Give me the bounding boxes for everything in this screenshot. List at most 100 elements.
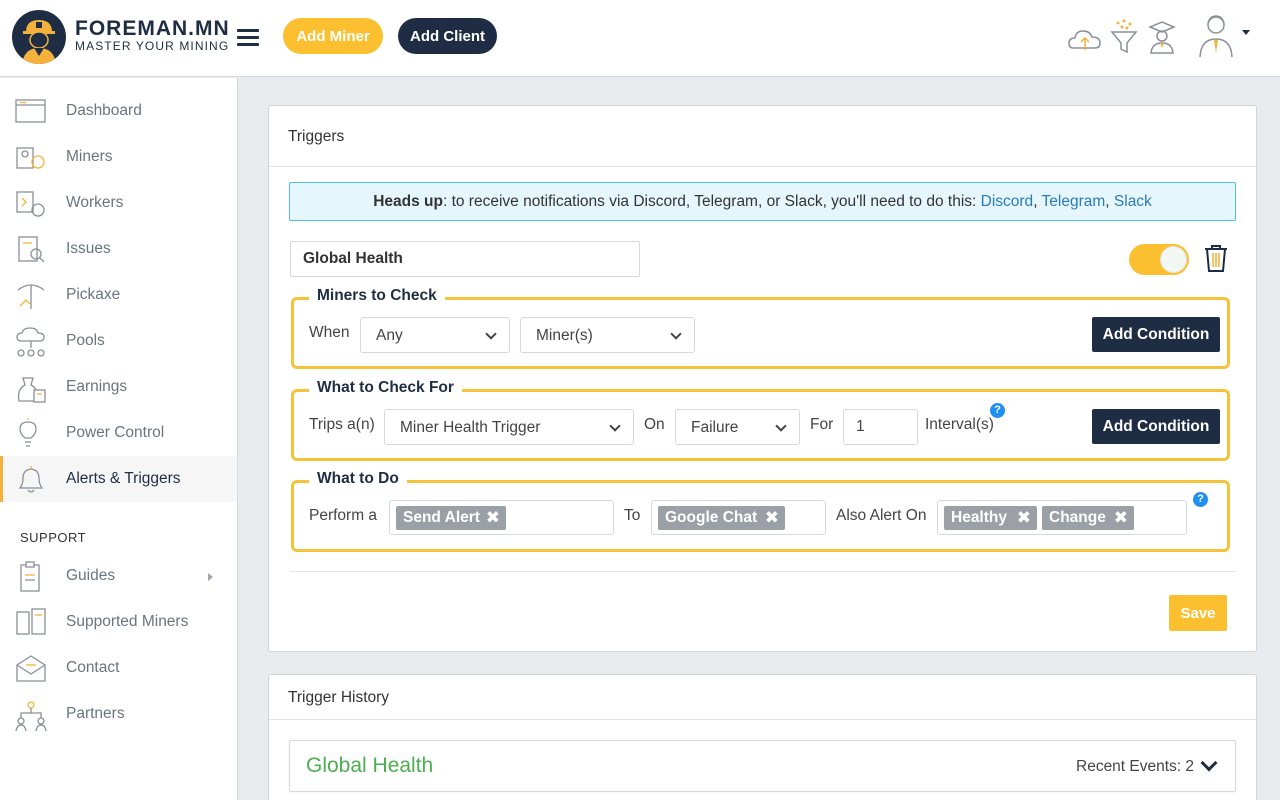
remove-tag-icon[interactable]: ✖	[486, 506, 500, 530]
sidebar-item-power-control[interactable]: Power Control	[0, 410, 237, 456]
sidebar-item-label: Issues	[66, 240, 111, 257]
sidebar-item-label: Earnings	[66, 378, 128, 395]
form-divider	[290, 571, 1236, 572]
sidebar-item-workers[interactable]: Workers	[0, 180, 237, 226]
foreman-logo-icon[interactable]	[12, 10, 66, 64]
sidebar-item-pools[interactable]: Pools	[0, 318, 237, 364]
recent-events-count: Recent Events: 2	[1076, 758, 1195, 775]
sidebar-item-label: Miners	[66, 148, 113, 165]
miners-select[interactable]: Miner(s)	[520, 317, 695, 353]
sidebar-item-dashboard[interactable]: Dashboard	[0, 88, 237, 134]
brand-subtitle: MASTER YOUR MINING	[75, 39, 230, 53]
history-trigger-name: Global Health	[306, 754, 434, 777]
tag-google-chat: Google Chat ✖	[658, 506, 785, 530]
supported-miners-icon	[14, 607, 48, 639]
miners-to-check-section: Miners to Check When Any Miner(s) Add Co…	[291, 287, 1230, 369]
sidebar-item-pickaxe[interactable]: Pickaxe	[0, 272, 237, 318]
sidebar-item-label: Dashboard	[66, 102, 142, 119]
workers-icon	[14, 188, 48, 220]
sidebar-item-contact[interactable]: Contact	[0, 645, 237, 691]
remove-tag-icon[interactable]: ✖	[765, 506, 779, 530]
sidebar-item-label: Workers	[66, 194, 124, 211]
trash-icon[interactable]	[1202, 243, 1230, 273]
triggers-title: Triggers	[288, 128, 345, 145]
interval-count-input[interactable]: 1	[843, 409, 918, 445]
remove-tag-icon[interactable]: ✖	[1114, 506, 1128, 530]
sidebar-item-miners[interactable]: Miners	[0, 134, 237, 180]
trips-label: Trips a(n)	[309, 416, 375, 433]
graduate-icon[interactable]	[1144, 18, 1180, 56]
add-miner-button[interactable]: Add Miner	[283, 18, 383, 54]
user-menu-caret-icon[interactable]	[1242, 30, 1250, 35]
cloud-icon[interactable]	[1067, 18, 1103, 56]
issues-icon	[14, 234, 48, 266]
tag-send-alert: Send Alert ✖	[396, 506, 506, 530]
pools-icon	[14, 326, 48, 358]
sidebar-item-supported-miners[interactable]: Supported Miners	[0, 599, 237, 645]
discord-link[interactable]: Discord	[981, 193, 1034, 210]
bell-icon	[14, 464, 48, 496]
what-to-check-legend: What to Check For	[309, 379, 462, 397]
earnings-icon	[14, 372, 48, 404]
miners-to-check-legend: Miners to Check	[309, 287, 445, 305]
chevron-down-icon[interactable]	[1200, 754, 1218, 772]
sidebar-item-label: Power Control	[66, 424, 165, 441]
chevron-down-icon	[670, 328, 682, 340]
sidebar-item-earnings[interactable]: Earnings	[0, 364, 237, 410]
sidebar-item-label: Pickaxe	[66, 286, 121, 303]
chevron-down-icon	[485, 328, 497, 340]
on-label: On	[644, 416, 665, 433]
telegram-link[interactable]: Telegram	[1042, 193, 1106, 210]
when-select[interactable]: Any	[360, 317, 510, 353]
heads-up-alert: Heads up: to receive notifications via D…	[289, 182, 1236, 221]
sidebar-item-label: Pools	[66, 332, 105, 349]
sidebar: Dashboard Miners Workers Issues Pickaxe …	[0, 78, 238, 800]
what-to-do-legend: What to Do	[309, 470, 407, 488]
sidebar-item-issues[interactable]: Issues	[0, 226, 237, 272]
dashboard-icon	[14, 96, 48, 128]
sidebar-item-guides[interactable]: Guides	[0, 553, 237, 599]
remove-tag-icon[interactable]: ✖	[1017, 506, 1031, 530]
brand-title: FOREMAN.MN	[75, 17, 230, 40]
partners-icon	[14, 699, 48, 732]
sidebar-item-label: Supported Miners	[66, 613, 189, 630]
user-avatar-icon[interactable]	[1196, 13, 1236, 58]
help-icon[interactable]: ?	[1193, 492, 1208, 507]
sidebar-item-partners[interactable]: Partners	[0, 691, 237, 737]
also-alert-on-select[interactable]: Healthy ✖ Change ✖	[937, 500, 1187, 535]
tag-change: Change ✖	[1042, 506, 1134, 530]
on-select[interactable]: Failure	[675, 409, 800, 445]
panel-header-divider	[269, 719, 1256, 720]
trigger-name-input[interactable]: Global Health	[290, 241, 640, 277]
add-client-button[interactable]: Add Client	[398, 18, 497, 54]
chevron-right-icon	[208, 573, 213, 581]
also-alert-on-label: Also Alert On	[836, 507, 927, 524]
add-condition-button[interactable]: Add Condition	[1092, 317, 1220, 352]
triggers-panel: Triggers Heads up: to receive notificati…	[268, 105, 1257, 652]
slack-link[interactable]: Slack	[1114, 193, 1152, 210]
add-condition-button[interactable]: Add Condition	[1092, 409, 1220, 444]
trigger-type-select[interactable]: Miner Health Trigger	[384, 409, 634, 445]
sidebar-item-label: Alerts & Triggers	[66, 470, 181, 487]
pickaxe-icon	[14, 280, 48, 312]
for-label: For	[810, 416, 834, 433]
contact-icon	[14, 653, 48, 685]
lightbulb-icon	[14, 418, 48, 450]
action-select[interactable]: Send Alert ✖	[389, 500, 614, 535]
support-section-label: SUPPORT	[20, 530, 87, 545]
panel-header-divider	[269, 166, 1256, 167]
destination-select[interactable]: Google Chat ✖	[651, 500, 826, 535]
trigger-enabled-toggle[interactable]	[1129, 244, 1189, 275]
funnel-icon[interactable]	[1106, 18, 1142, 56]
sidebar-item-label: Guides	[66, 567, 116, 584]
menu-toggle-icon[interactable]	[237, 29, 259, 47]
help-icon[interactable]: ?	[990, 403, 1005, 418]
save-button[interactable]: Save	[1169, 595, 1227, 631]
sidebar-item-alerts-triggers[interactable]: Alerts & Triggers	[0, 456, 237, 502]
sidebar-item-label: Contact	[66, 659, 120, 676]
sidebar-item-label: Partners	[66, 705, 125, 722]
history-item[interactable]: Global Health Recent Events: 2	[289, 740, 1236, 792]
intervals-label: Interval(s)	[925, 416, 994, 433]
what-to-do-section: What to Do Perform a Send Alert ✖ To Goog…	[291, 470, 1230, 552]
guides-icon	[14, 561, 48, 593]
